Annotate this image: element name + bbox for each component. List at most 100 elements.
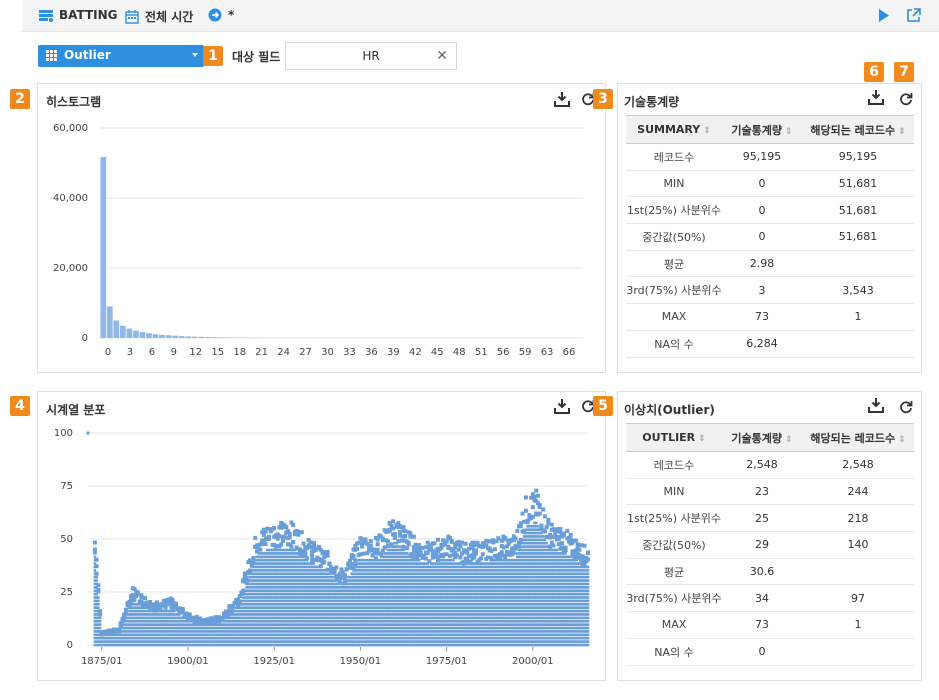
data-point: [368, 548, 373, 553]
data-point: [308, 540, 313, 545]
x-tick-label: 18: [233, 347, 246, 358]
data-point: [430, 549, 435, 554]
data-point: [449, 539, 454, 544]
data-point: [277, 534, 282, 539]
data-point: [94, 571, 99, 576]
target-field-input[interactable]: HR ✕: [285, 42, 457, 70]
histogram-bar: [178, 336, 185, 338]
target-field-value: HR: [362, 49, 380, 63]
data-point: [287, 535, 292, 540]
data-point: [398, 530, 403, 535]
dataset-label: BATTING: [59, 8, 118, 22]
data-point: [386, 539, 390, 544]
data-point: [403, 529, 408, 534]
data-point: [310, 557, 315, 562]
data-point: [408, 531, 413, 536]
table-icon: [39, 10, 53, 22]
breadcrumb[interactable]: *: [208, 8, 234, 22]
time-range-selector[interactable]: 전체 시간: [125, 8, 193, 25]
data-point: [392, 535, 397, 540]
x-tick-label: 9: [171, 347, 177, 358]
data-point: [405, 552, 409, 555]
x-tick-label: 1925/01: [253, 656, 295, 667]
data-point: [463, 541, 468, 546]
data-point: [417, 543, 422, 548]
x-tick-label: 42: [409, 347, 422, 358]
data-point: [375, 547, 380, 552]
histogram-bar: [113, 320, 120, 338]
data-point: [417, 558, 421, 562]
histogram-bar: [119, 325, 126, 338]
data-point: [304, 556, 309, 561]
data-point: [287, 531, 292, 536]
grid-icon: [46, 50, 57, 61]
histogram-bar: [211, 337, 218, 338]
data-point: [194, 614, 199, 619]
y-tick-label: 0: [67, 640, 73, 651]
play-icon[interactable]: [878, 9, 890, 22]
data-point: [267, 536, 272, 541]
timeseries-panel: 시계열 분포 0 25 50 75 100 1875/01 1900/01 1925/01 19…: [37, 391, 606, 681]
data-point: [95, 579, 98, 582]
data-point: [398, 545, 402, 548]
x-tick-label: 56: [497, 347, 510, 358]
data-point: [142, 595, 147, 600]
data-point: [436, 537, 440, 542]
data-point: [338, 582, 342, 586]
timeseries-chart: 02550751001875/01 1900/01 1925/01 1950/01 19…: [54, 428, 590, 667]
x-tick-label: 24: [277, 347, 290, 358]
x-tick-label: 66: [563, 347, 576, 358]
data-point: [334, 565, 339, 570]
data-point: [375, 542, 380, 547]
data-point: [423, 556, 428, 561]
data-point: [163, 605, 168, 610]
export-icon[interactable]: [906, 8, 921, 23]
histogram-bar: [204, 337, 211, 338]
data-point: [98, 619, 102, 623]
mode-select-value: Outlier: [64, 48, 111, 62]
mode-select[interactable]: Outlier: [38, 45, 204, 67]
data-point: [98, 626, 102, 630]
data-point: [325, 549, 330, 554]
data-point: [402, 548, 405, 552]
histogram-bar: [159, 334, 165, 338]
clear-icon[interactable]: ✕: [436, 48, 448, 64]
x-tick-label: 15: [211, 347, 224, 358]
data-point: [298, 547, 303, 552]
calendar-icon: [125, 10, 139, 24]
breadcrumb-mark: *: [228, 8, 235, 22]
y-tick-label: 100: [54, 428, 73, 439]
data-point: [403, 534, 408, 539]
histogram-bar: [191, 336, 198, 338]
data-point: [94, 564, 99, 569]
data-point: [172, 609, 176, 613]
y-tick-label: 75: [60, 481, 73, 492]
data-point: [380, 536, 385, 541]
y-tick-label: 25: [60, 587, 73, 598]
badge-2: 2: [10, 89, 30, 109]
histogram-bar: [185, 336, 191, 338]
data-point: [263, 541, 268, 546]
data-point: [373, 551, 378, 556]
dataset-selector[interactable]: BATTING: [39, 8, 118, 22]
data-point: [454, 553, 459, 558]
data-point: [296, 529, 301, 534]
x-tick-label: 63: [541, 347, 554, 358]
data-point: [392, 531, 397, 536]
y-tick-label: 20,000: [53, 263, 88, 274]
data-point: [139, 593, 144, 598]
histogram-bar: [106, 306, 113, 338]
data-point: [303, 549, 308, 554]
data-point: [308, 545, 313, 550]
data-point: [294, 545, 299, 550]
x-tick-label: 1950/01: [340, 656, 382, 667]
data-point: [353, 558, 358, 563]
x-tick-label: 27: [299, 347, 312, 358]
x-tick-label: 12: [189, 347, 202, 358]
x-tick-label: 0: [105, 347, 111, 358]
data-point: [432, 541, 437, 546]
data-point: [97, 606, 100, 609]
data-point: [387, 527, 392, 532]
data-point: [452, 558, 455, 562]
data-point: [446, 546, 451, 551]
